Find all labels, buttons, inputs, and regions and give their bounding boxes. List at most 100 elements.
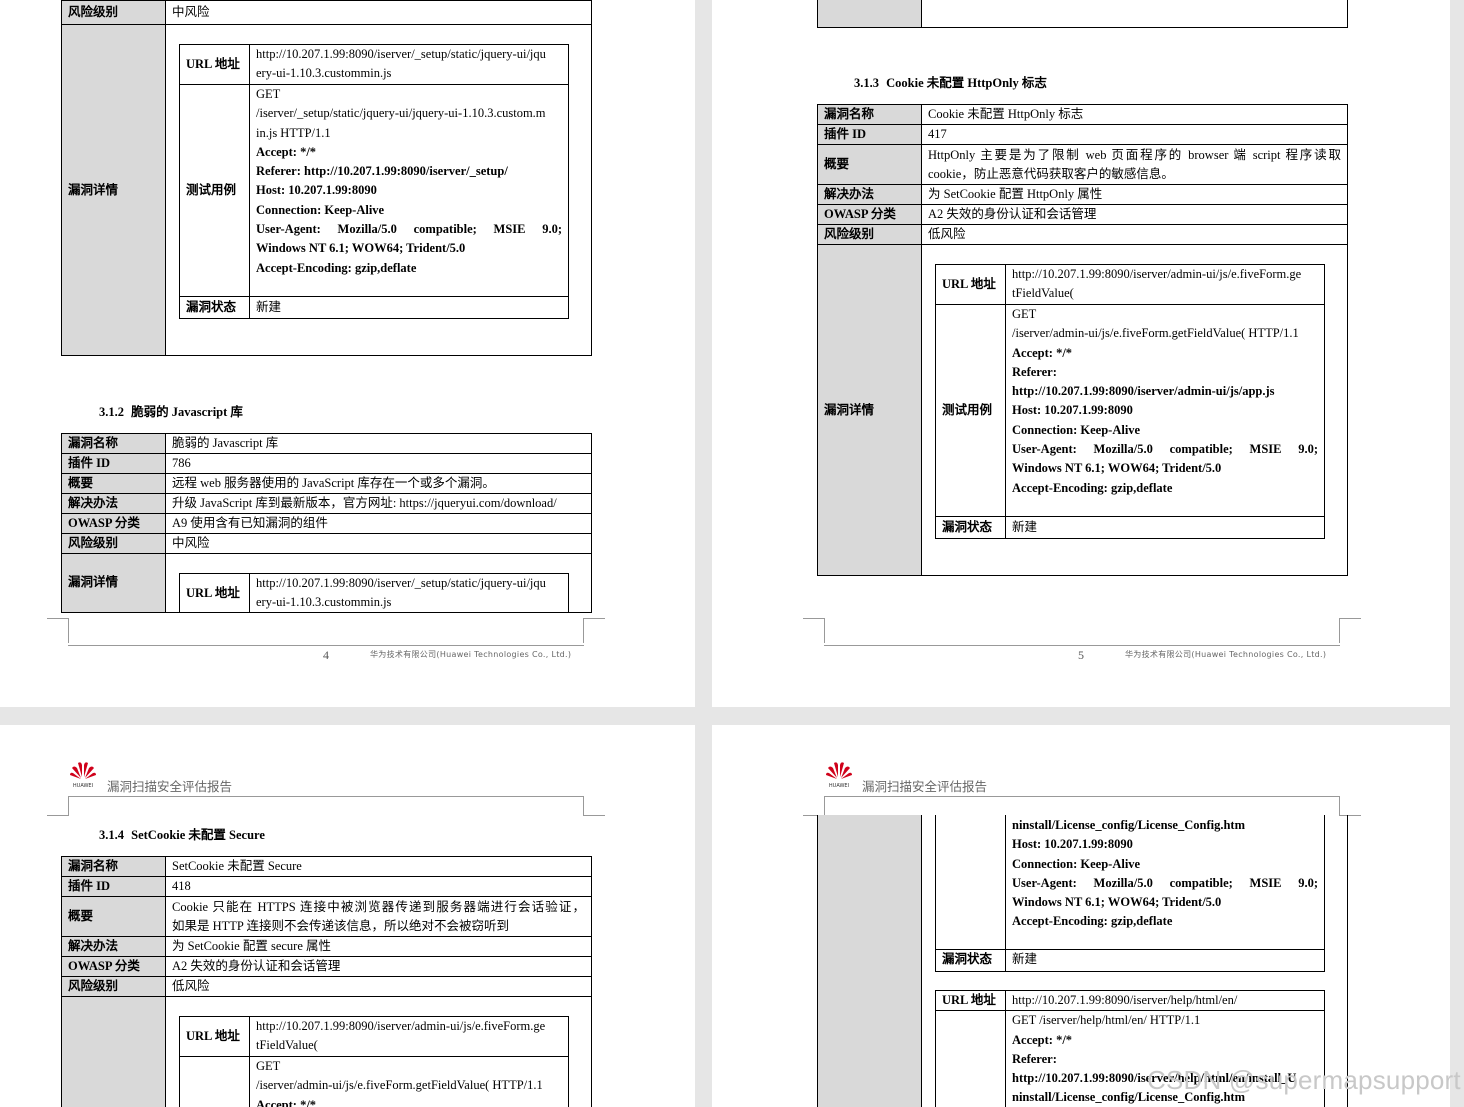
test-line: Connection: Keep-Alive (1012, 422, 1141, 437)
header-corner-left (803, 796, 825, 816)
header-corner-right (583, 796, 605, 816)
test-case-label: 测试用例 (179, 84, 250, 297)
plugin-id-label: 插件 ID (61, 876, 166, 897)
risk-label: 风险级别 (61, 976, 166, 997)
details-inner-table: URL 地址 http://10.207.1.99:8090/iserver/a… (935, 264, 1325, 539)
header-corner-left (47, 796, 69, 816)
footer-corner-right (1339, 618, 1361, 643)
url-label: URL 地址 (179, 44, 250, 85)
logo-text: HUAWEI (73, 783, 93, 789)
test-case-value: GET /iserver/admin-ui/js/e.fiveForm.getF… (1005, 304, 1325, 517)
header-title: 漏洞扫描安全评估报告 (862, 779, 988, 794)
test-line: Windows NT 6.1; WOW64; Trident/5.0 (1012, 895, 1222, 910)
url-label: URL 地址 (935, 264, 1006, 305)
details-cell: URL 地址 http://10.207.1.99:8090/iserver/a… (921, 244, 1348, 576)
url-value: http://10.207.1.99:8090/iserver/help/htm… (1005, 989, 1325, 1012)
name-value: Cookie 未配置 HttpOnly 标志 (921, 104, 1348, 125)
risk-value: 中风险 (165, 0, 592, 25)
status-value: 新建 (1005, 948, 1325, 972)
summary-line: HttpOnly 主要是为了限制 web 页面程序的 browser 端 scr… (928, 147, 1341, 162)
test-line: GET (256, 87, 281, 101)
section-title: Cookie 未配置 HttpOnly 标志 (886, 76, 1047, 90)
footer-company: 华为技术有限公司(Huawei Technologies Co., Ltd.) (370, 650, 572, 659)
test-case-label: 测试用例 (935, 304, 1006, 517)
risk-value: 低风险 (165, 976, 592, 997)
details-cell: URL 地址 http://10.207.1.99:8090/iserver/a… (165, 996, 592, 1107)
test-case-value: GET /iserver/admin-ui/js/e.fiveForm.getF… (249, 1056, 569, 1107)
huawei-logo-icon: HUAWEI (826, 762, 852, 789)
owasp-value: A2 失效的身份认证和会话管理 (165, 956, 592, 977)
url-line: tFieldValue( (1012, 286, 1074, 301)
risk-label: 风险级别 (61, 533, 166, 554)
test-line: Accept: */* (256, 1097, 317, 1107)
details-label: 漏洞详情 (817, 244, 922, 576)
details-cell: URL 地址 http://10.207.1.99:8090/iserver/_… (165, 553, 592, 613)
test-line: User-Agent: Mozilla/5.0 compatible; MSIE… (1012, 875, 1318, 890)
summary-label: 概要 (61, 896, 166, 937)
status-value: 新建 (249, 296, 569, 319)
details-label-cell (817, 815, 922, 1107)
details-inner-table: URL 地址 http://10.207.1.99:8090/iserver/_… (179, 573, 569, 612)
page-7: HUAWEI 漏洞扫描安全评估报告 ninstall/License_confi… (712, 725, 1450, 1107)
test-line: Connection: Keep-Alive (256, 202, 385, 217)
url-value: http://10.207.1.99:8090/iserver/admin-ui… (249, 1016, 569, 1057)
test-line: Windows NT 6.1; WOW64; Trident/5.0 (1012, 461, 1222, 476)
name-value: SetCookie 未配置 Secure (165, 856, 592, 877)
owasp-label: OWASP 分类 (61, 513, 166, 534)
header-line (68, 796, 584, 797)
plugin-id-value: 417 (921, 124, 1348, 145)
test-case-label-cell (935, 1010, 1006, 1107)
watermark: CSDN @supermapsupport (1147, 1065, 1461, 1095)
summary-label: 概要 (817, 144, 922, 185)
url-line: ery-ui-1.10.3.custommin.js (256, 66, 392, 81)
url-line: http://10.207.1.99:8090/iserver/admin-ui… (1012, 267, 1302, 281)
solution-label: 解决办法 (817, 184, 922, 205)
owasp-value: A9 使用含有已知漏洞的组件 (165, 513, 592, 534)
test-line: Referer: (1012, 364, 1057, 379)
test-line: GET /iserver/help/html/en/ HTTP/1.1 (1012, 1013, 1201, 1028)
page-6: HUAWEI 漏洞扫描安全评估报告 3.1.4 SetCookie 未配置 Se… (0, 725, 695, 1107)
test-line: Host: 10.207.1.99:8090 (256, 183, 377, 198)
url-line: http://10.207.1.99:8090/iserver/_setup/s… (256, 576, 546, 590)
test-line: GET (1012, 307, 1037, 321)
plugin-id-label: 插件 ID (817, 124, 922, 145)
section-title: SetCookie 未配置 Secure (131, 828, 265, 842)
section-heading: 3.1.3 Cookie 未配置 HttpOnly 标志 (854, 72, 1051, 91)
footer-corner-left (47, 618, 69, 643)
test-line: GET (256, 1059, 281, 1073)
test-line: in.js HTTP/1.1 (256, 125, 331, 140)
risk-value: 低风险 (921, 224, 1348, 245)
url-value: http://10.207.1.99:8090/iserver/admin-ui… (1005, 264, 1325, 305)
page-4: 风险级别 中风险 漏洞详情 URL 地址 http://10.207.1.99:… (0, 0, 695, 707)
vuln-table-continued: ninstall/License_config/License_Config.h… (817, 815, 1348, 1107)
url-label: URL 地址 (179, 1016, 250, 1057)
test-case-value: ninstall/License_config/License_Config.h… (1005, 815, 1325, 950)
section-number: 3.1.2 (99, 405, 124, 419)
test-line: /iserver/admin-ui/js/e.fiveForm.getField… (256, 1078, 543, 1093)
huawei-logo-icon: HUAWEI (70, 762, 96, 789)
footer-corner-left (803, 618, 825, 643)
test-line: http://10.207.1.99:8090/iserver/admin-ui… (1012, 384, 1275, 399)
test-line: /iserver/admin-ui/js/e.fiveForm.getField… (1012, 326, 1299, 341)
plugin-id-value: 786 (165, 453, 592, 474)
details-label: 漏洞详情 (61, 24, 166, 356)
test-line: Host: 10.207.1.99:8090 (1012, 403, 1133, 418)
owasp-label: OWASP 分类 (817, 204, 922, 225)
solution-value: 升级 JavaScript 库到最新版本，官方网址: https://jquer… (165, 493, 592, 514)
footer-line (824, 645, 1340, 646)
status-label: 漏洞状态 (935, 948, 1006, 972)
logo-text: HUAWEI (829, 783, 849, 789)
test-line: Host: 10.207.1.99:8090 (1012, 837, 1133, 852)
solution-value: 为 SetCookie 配置 HttpOnly 属性 (921, 184, 1348, 205)
owasp-label: OWASP 分类 (61, 956, 166, 977)
footer-corner-right (583, 618, 605, 643)
test-case-value: GET /iserver/_setup/static/jquery-ui/jqu… (249, 84, 569, 297)
test-line: Connection: Keep-Alive (1012, 856, 1141, 871)
status-value: 新建 (1005, 516, 1325, 539)
vuln-table-javascript: 漏洞名称 脆弱的 Javascript 库 插件 ID 786 概要 远程 web 服… (61, 433, 592, 613)
page-number: 5 (1078, 648, 1084, 662)
test-line: Accept-Encoding: gzip,deflate (256, 260, 417, 275)
test-line: Accept-Encoding: gzip,deflate (1012, 480, 1173, 495)
section-heading: 3.1.4 SetCookie 未配置 Secure (99, 824, 269, 843)
summary-value: HttpOnly 主要是为了限制 web 页面程序的 browser 端 scr… (921, 144, 1348, 185)
